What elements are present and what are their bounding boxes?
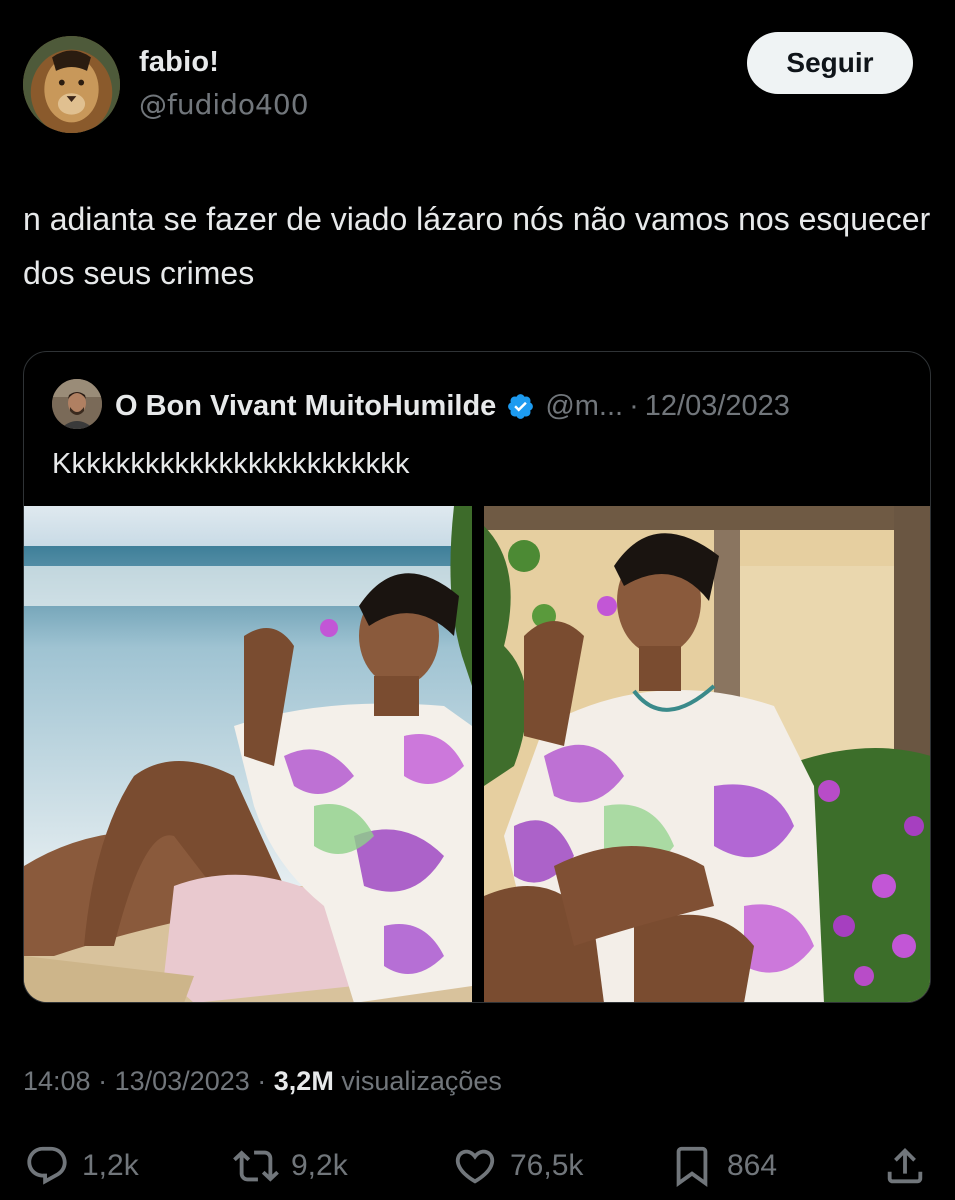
like-count: 76,5k bbox=[510, 1149, 584, 1182]
beach-portrait-photo-icon bbox=[24, 506, 472, 1002]
share-button[interactable] bbox=[882, 1136, 928, 1196]
tweet-time[interactable]: 14:08 bbox=[23, 1066, 91, 1096]
reply-count: 1,2k bbox=[82, 1149, 139, 1182]
retweet-button[interactable]: 9,2k bbox=[233, 1136, 348, 1196]
bookmark-button[interactable]: 864 bbox=[669, 1136, 777, 1196]
tweet-date[interactable]: 13/03/2023 bbox=[115, 1066, 250, 1096]
quote-photo-beach[interactable] bbox=[24, 506, 472, 1002]
quote-author-handle[interactable]: @m... bbox=[545, 390, 623, 423]
action-bar: 1,2k 9,2k 76,5k 864 bbox=[0, 1136, 955, 1196]
quote-text: Kkkkkkkkkkkkkkkkkkkkkkkk bbox=[52, 448, 410, 480]
bookmark-count: 864 bbox=[727, 1149, 778, 1182]
tweet-text: n adianta se fazer de viado lázaro nós n… bbox=[23, 201, 931, 291]
quote-author-avatar[interactable] bbox=[52, 379, 102, 429]
separator-dot: · bbox=[98, 1066, 108, 1096]
person-avatar-icon bbox=[52, 379, 102, 429]
reply-icon bbox=[27, 1146, 67, 1185]
author-handle[interactable]: @fudido400 bbox=[139, 88, 309, 121]
separator-dot: · bbox=[257, 1066, 267, 1096]
lion-face-avatar-icon bbox=[23, 36, 120, 133]
quote-header: O Bon Vivant MuitoHumilde @m... · 12/03/… bbox=[115, 388, 790, 424]
quoted-tweet-card[interactable]: O Bon Vivant MuitoHumilde @m... · 12/03/… bbox=[23, 351, 931, 1003]
share-icon bbox=[887, 1147, 923, 1184]
retweet-icon bbox=[233, 1150, 279, 1182]
retweet-count: 9,2k bbox=[291, 1149, 348, 1182]
quote-date[interactable]: 12/03/2023 bbox=[645, 390, 790, 423]
views-label: visualizações bbox=[341, 1066, 502, 1096]
like-button[interactable]: 76,5k bbox=[452, 1136, 583, 1196]
garden-portrait-photo-icon bbox=[484, 506, 930, 1002]
views-count: 3,2M bbox=[273, 1066, 334, 1096]
quote-author-name[interactable]: O Bon Vivant MuitoHumilde bbox=[115, 390, 496, 423]
verified-badge-icon bbox=[506, 392, 535, 421]
heart-icon bbox=[455, 1149, 495, 1184]
separator-dot: · bbox=[629, 389, 639, 422]
author-avatar[interactable] bbox=[23, 36, 120, 133]
tweet-meta: 14:08 · 13/03/2023 · 3,2M visualizações bbox=[23, 1066, 502, 1097]
reply-button[interactable]: 1,2k bbox=[24, 1136, 139, 1196]
bookmark-icon bbox=[676, 1146, 708, 1187]
quote-photo-garden[interactable] bbox=[484, 506, 930, 1002]
follow-button[interactable]: Seguir bbox=[747, 32, 913, 94]
author-name[interactable]: fabio! bbox=[139, 46, 219, 79]
